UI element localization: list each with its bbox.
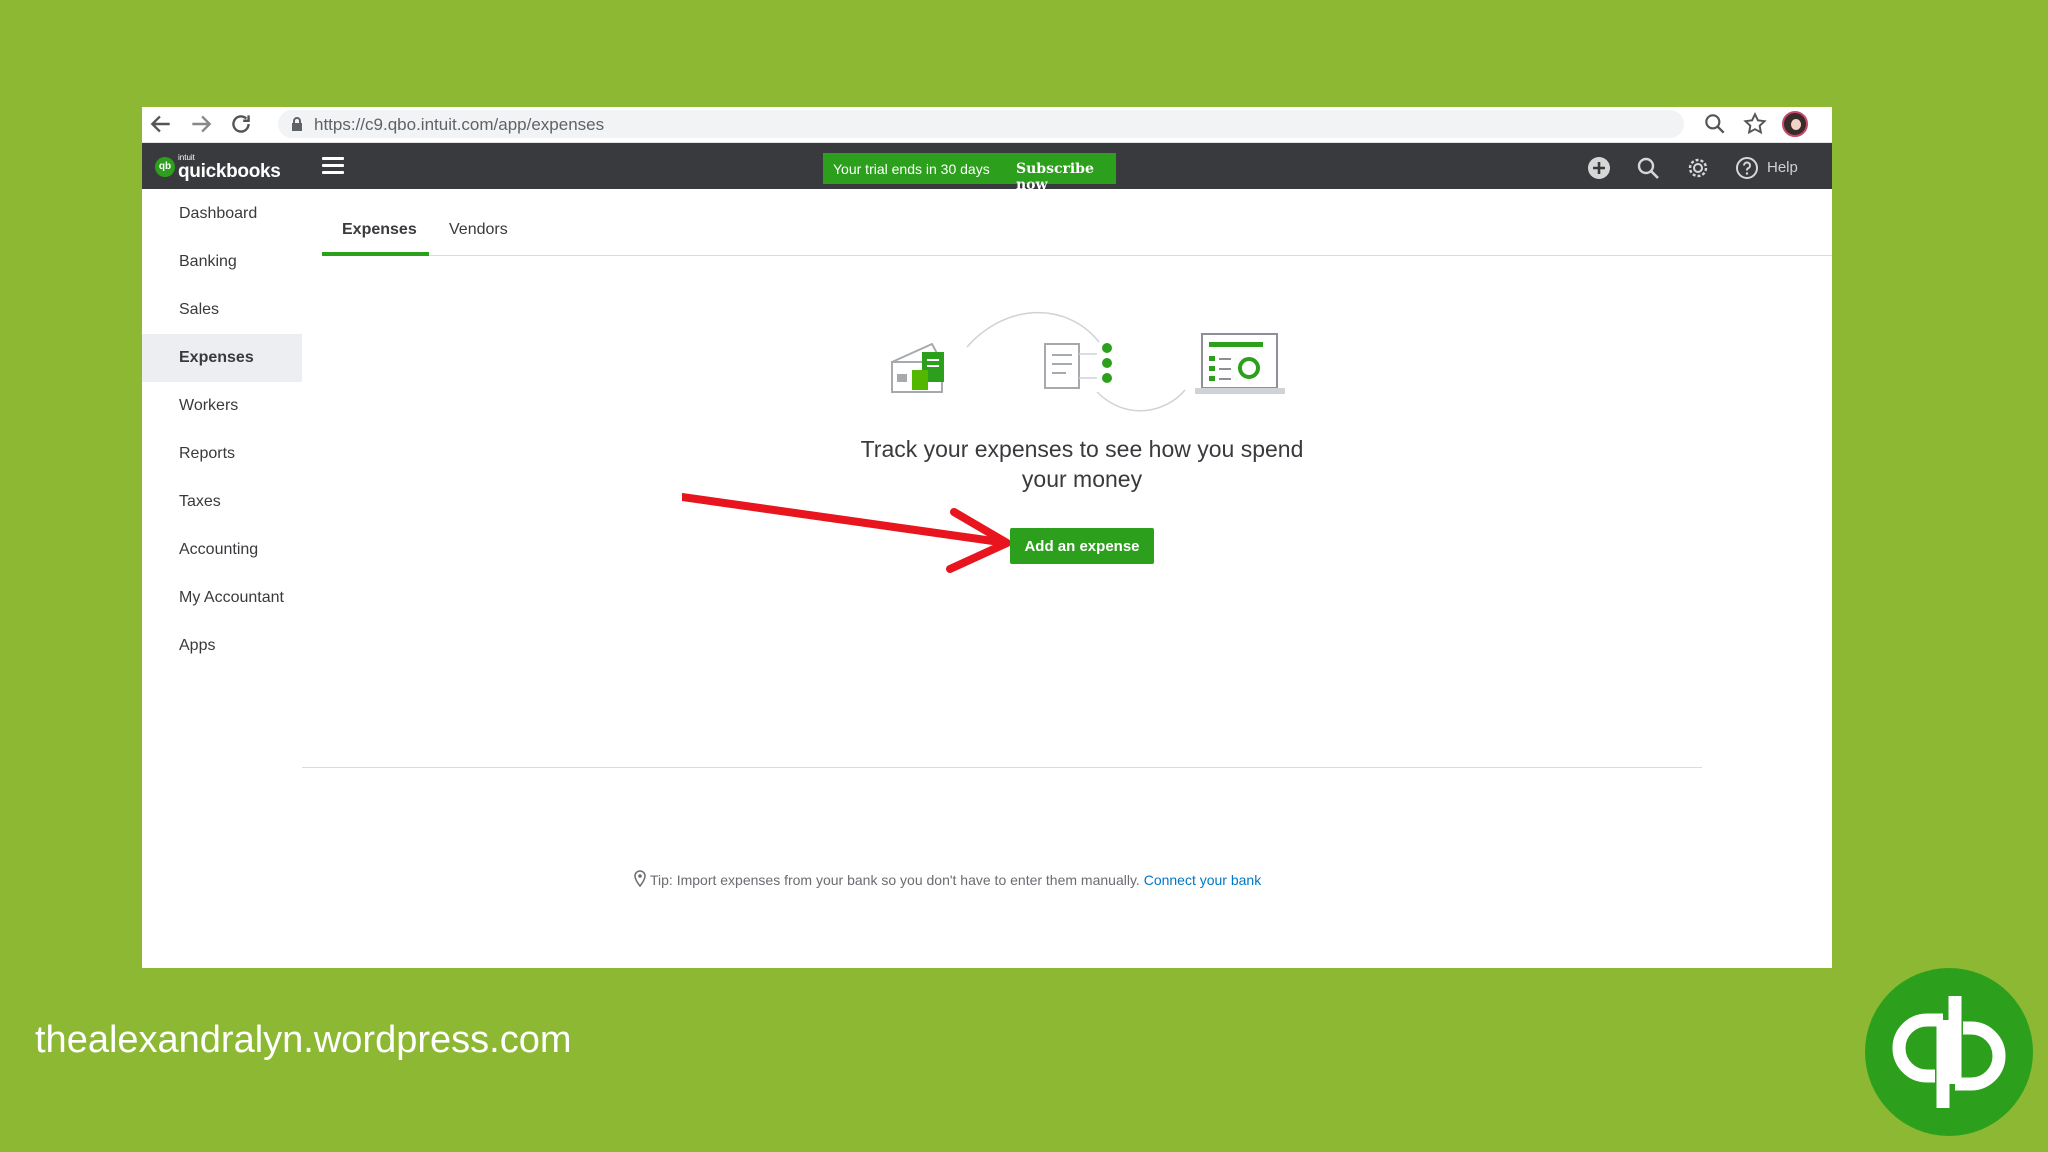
- app-navbar: qb intuit quickbooks Your trial ends in …: [142, 143, 1832, 193]
- website-watermark: thealexandralyn.wordpress.com: [35, 1019, 572, 1061]
- screenshot-window: https://c9.qbo.intuit.com/app/expenses q…: [142, 107, 1832, 968]
- star-icon[interactable]: [1742, 111, 1768, 137]
- tip-text: Tip: Import expenses from your bank so y…: [650, 872, 1140, 888]
- wallet-icon: [891, 342, 944, 393]
- connect-bank-link[interactable]: Connect your bank: [1144, 872, 1262, 888]
- sidebar-item-taxes[interactable]: Taxes: [142, 478, 302, 526]
- sidebar-item-banking[interactable]: Banking: [142, 238, 302, 286]
- red-arrow-annotation: [682, 493, 1011, 573]
- tip-line: Tip: Import expenses from your bank so y…: [634, 870, 1262, 888]
- quickbooks-logo-icon: [1865, 968, 2033, 1136]
- search-icon[interactable]: [1635, 155, 1661, 181]
- sidebar-item-reports[interactable]: Reports: [142, 430, 302, 478]
- sidebar-item-dashboard[interactable]: Dashboard: [142, 190, 302, 238]
- sidebar-item-expenses[interactable]: Expenses: [142, 334, 302, 382]
- quickbooks-logo-text[interactable]: quickbooks: [178, 161, 281, 183]
- address-bar[interactable]: https://c9.qbo.intuit.com/app/expenses: [278, 110, 1684, 138]
- back-arrow-icon[interactable]: [148, 111, 174, 137]
- browser-toolbar: https://c9.qbo.intuit.com/app/expenses: [142, 107, 1832, 143]
- menu-icon[interactable]: [322, 157, 344, 175]
- tab-expenses[interactable]: Expenses: [342, 221, 417, 239]
- gear-icon[interactable]: [1685, 155, 1711, 181]
- expenses-illustration: [891, 311, 1285, 412]
- zoom-icon[interactable]: [1702, 111, 1728, 137]
- plus-circle-icon[interactable]: [1586, 155, 1612, 181]
- subscribe-now-link[interactable]: Subscribe now: [1016, 161, 1116, 193]
- sidebar-item-sales[interactable]: Sales: [142, 286, 302, 334]
- help-label[interactable]: Help: [1767, 159, 1798, 176]
- trial-banner: Your trial ends in 30 days Subscribe now: [823, 153, 1116, 193]
- quickbooks-logo-icon[interactable]: qb: [155, 157, 175, 177]
- sidebar-item-my-accountant[interactable]: My Accountant: [142, 574, 302, 622]
- add-expense-button[interactable]: Add an expense: [1010, 528, 1154, 564]
- sidebar-item-accounting[interactable]: Accounting: [142, 526, 302, 574]
- trial-text: Your trial ends in 30 days: [833, 161, 990, 177]
- empty-state-headline: Track your expenses to see how you spend…: [860, 436, 1304, 492]
- map-pin-icon: [634, 870, 646, 888]
- receipt-icon: [1044, 343, 1112, 389]
- active-tab-indicator: [322, 252, 429, 256]
- laptop-report-icon: [1195, 333, 1285, 394]
- sidebar-item-workers[interactable]: Workers: [142, 382, 302, 430]
- tabs-divider: [322, 255, 1832, 256]
- content-divider: [302, 767, 1702, 768]
- lock-icon: [292, 117, 302, 131]
- reload-icon[interactable]: [228, 111, 254, 137]
- profile-avatar[interactable]: [1782, 111, 1808, 137]
- url-text: https://c9.qbo.intuit.com/app/expenses: [314, 115, 605, 134]
- tab-vendors[interactable]: Vendors: [449, 221, 508, 239]
- left-nav: Dashboard Banking Sales Expenses Workers…: [142, 190, 302, 790]
- help-icon[interactable]: [1734, 155, 1760, 181]
- sidebar-item-apps[interactable]: Apps: [142, 622, 302, 670]
- forward-arrow-icon[interactable]: [188, 111, 214, 137]
